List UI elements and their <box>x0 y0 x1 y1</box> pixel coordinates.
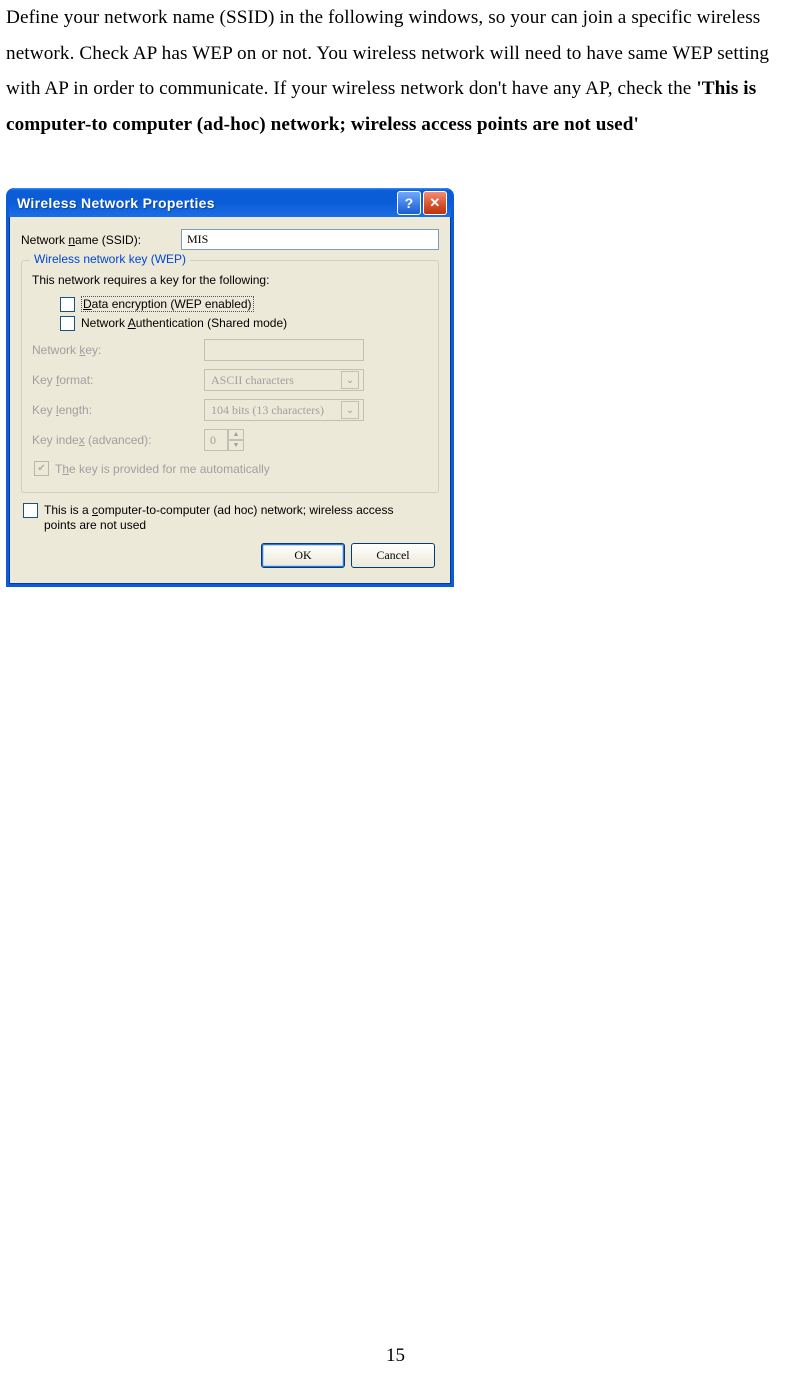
key-length-row: Key length: 104 bits (13 characters) ⌄ <box>32 399 428 421</box>
key-format-value: ASCII characters <box>211 373 341 388</box>
cancel-button[interactable]: Cancel <box>351 543 435 568</box>
wireless-properties-dialog: Wireless Network Properties ? ✕ Network … <box>6 188 454 587</box>
key-length-value: 104 bits (13 characters) <box>211 403 341 418</box>
auto-key-row: ✔ The key is provided for me automatical… <box>34 461 428 476</box>
key-format-row: Key format: ASCII characters ⌄ <box>32 369 428 391</box>
group-label: Wireless network key (WEP) <box>30 252 190 266</box>
chevron-down-icon: ⌄ <box>341 401 359 419</box>
help-button[interactable]: ? <box>397 191 421 215</box>
network-key-field <box>205 340 363 360</box>
key-format-combo: ASCII characters ⌄ <box>204 369 364 391</box>
adhoc-label: This is a computer-to-computer (ad hoc) … <box>44 503 424 533</box>
key-length-label: Key length: <box>32 403 204 417</box>
checkbox-icon[interactable] <box>60 297 75 312</box>
network-auth-row[interactable]: Network Authentication (Shared mode) <box>60 316 428 331</box>
page-number: 15 <box>0 1345 791 1367</box>
data-encryption-label: Data encryption (WEP enabled) <box>81 297 254 312</box>
network-key-row: Network key: <box>32 339 428 361</box>
key-index-row: Key index (advanced): 0 ▲ ▼ <box>32 429 428 451</box>
network-auth-label: Network Authentication (Shared mode) <box>81 316 287 331</box>
group-text: This network requires a key for the foll… <box>32 273 428 287</box>
key-index-label: Key index (advanced): <box>32 433 204 447</box>
checkbox-icon[interactable] <box>23 503 38 518</box>
instruction-text: Define your network name (SSID) in the f… <box>6 7 769 99</box>
instruction-paragraph: Define your network name (SSID) in the f… <box>6 0 785 142</box>
network-key-input <box>204 339 364 361</box>
ssid-label: Network name (SSID): <box>21 233 181 247</box>
auto-key-label: The key is provided for me automatically <box>55 462 270 476</box>
checkbox-icon: ✔ <box>34 461 49 476</box>
data-encryption-row[interactable]: Data encryption (WEP enabled) <box>60 297 428 312</box>
titlebar[interactable]: Wireless Network Properties ? ✕ <box>9 188 451 217</box>
chevron-down-icon: ⌄ <box>341 371 359 389</box>
ssid-input[interactable] <box>181 229 439 250</box>
dialog-title: Wireless Network Properties <box>17 195 395 211</box>
close-button[interactable]: ✕ <box>423 191 447 215</box>
key-format-label: Key format: <box>32 373 204 387</box>
network-key-label: Network key: <box>32 343 204 357</box>
adhoc-row[interactable]: This is a computer-to-computer (ad hoc) … <box>23 503 439 533</box>
key-index-spinner: 0 ▲ ▼ <box>204 429 244 451</box>
key-length-combo: 104 bits (13 characters) ⌄ <box>204 399 364 421</box>
wep-groupbox: Wireless network key (WEP) This network … <box>21 260 439 493</box>
spin-up-icon: ▲ <box>228 429 244 440</box>
checkbox-icon[interactable] <box>60 316 75 331</box>
spin-down-icon: ▼ <box>228 440 244 451</box>
key-index-value: 0 <box>204 429 228 451</box>
ok-button[interactable]: OK <box>261 543 345 568</box>
